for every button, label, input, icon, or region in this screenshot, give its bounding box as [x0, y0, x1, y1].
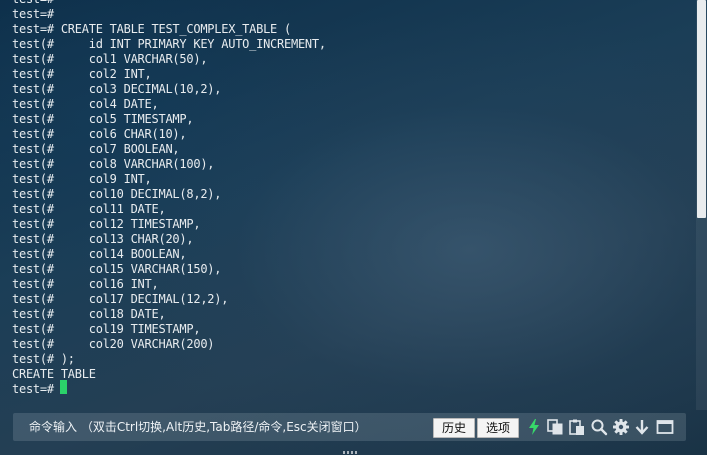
terminal-line: test(# col5 TIMESTAMP, — [12, 112, 194, 126]
paste-icon[interactable] — [568, 418, 586, 436]
terminal-output[interactable]: test=#test=#test=# CREATE TABLE TEST_COM… — [0, 0, 696, 402]
terminal-line: test(# col17 DECIMAL(12,2), — [12, 292, 229, 306]
terminal-line: test(# col6 CHAR(10), — [12, 127, 187, 141]
lightning-icon[interactable] — [525, 418, 543, 436]
terminal-line: test(# col7 BOOLEAN, — [12, 142, 180, 156]
resize-grip[interactable] — [343, 451, 357, 454]
terminal-line: test(# col18 DATE, — [12, 307, 166, 321]
terminal-line: test(# col4 DATE, — [12, 97, 159, 111]
terminal-line: test(# col19 TIMESTAMP, — [12, 322, 201, 336]
command-input-bar[interactable]: 命令输入 （双击Ctrl切换,Alt历史,Tab路径/命令,Esc关闭窗口） 历… — [13, 413, 686, 441]
terminal-line: test(# col8 VARCHAR(100), — [12, 157, 215, 171]
window-icon[interactable] — [656, 418, 674, 436]
terminal-line: test(# col2 INT, — [12, 67, 152, 81]
terminal-line: CREATE TABLE — [12, 367, 96, 381]
terminal-line: test(# col12 TIMESTAMP, — [12, 217, 201, 231]
terminal-line: test(# col20 VARCHAR(200) — [12, 337, 215, 351]
terminal-line: test(# col10 DECIMAL(8,2), — [12, 187, 222, 201]
command-input-hint[interactable]: 命令输入 （双击Ctrl切换,Alt历史,Tab路径/命令,Esc关闭窗口） — [29, 413, 367, 441]
terminal-cursor — [60, 380, 67, 394]
terminal-window: test=#test=#test=# CREATE TABLE TEST_COM… — [0, 0, 707, 455]
options-button[interactable]: 选项 — [477, 418, 519, 438]
terminal-line: test=# — [12, 7, 54, 21]
terminal-line: test(# col15 VARCHAR(150), — [12, 262, 222, 276]
download-icon[interactable] — [633, 418, 651, 436]
terminal-line: test(# col16 INT, — [12, 277, 159, 291]
terminal-line: test(# col1 VARCHAR(50), — [12, 52, 208, 66]
terminal-line: test(# col13 CHAR(20), — [12, 232, 194, 246]
terminal-line: test(# id INT PRIMARY KEY AUTO_INCREMENT… — [12, 37, 326, 51]
terminal-line: test(# col3 DECIMAL(10,2), — [12, 82, 222, 96]
terminal-line: test(# col9 INT, — [12, 172, 152, 186]
terminal-line: test=# — [12, 382, 54, 396]
terminal-scrollbar[interactable] — [696, 0, 707, 410]
terminal-line: test(# ); — [12, 352, 75, 366]
search-icon[interactable] — [590, 418, 608, 436]
terminal-line: test(# col11 DATE, — [12, 202, 166, 216]
terminal-line: test=# CREATE TABLE TEST_COMPLEX_TABLE ( — [12, 22, 291, 36]
gear-icon[interactable] — [612, 418, 630, 436]
copy-icon[interactable] — [546, 418, 564, 436]
scrollbar-thumb[interactable] — [697, 0, 706, 218]
history-button[interactable]: 历史 — [433, 418, 475, 438]
terminal-line: test=# — [12, 0, 54, 7]
terminal-line: test(# col14 BOOLEAN, — [12, 247, 187, 261]
